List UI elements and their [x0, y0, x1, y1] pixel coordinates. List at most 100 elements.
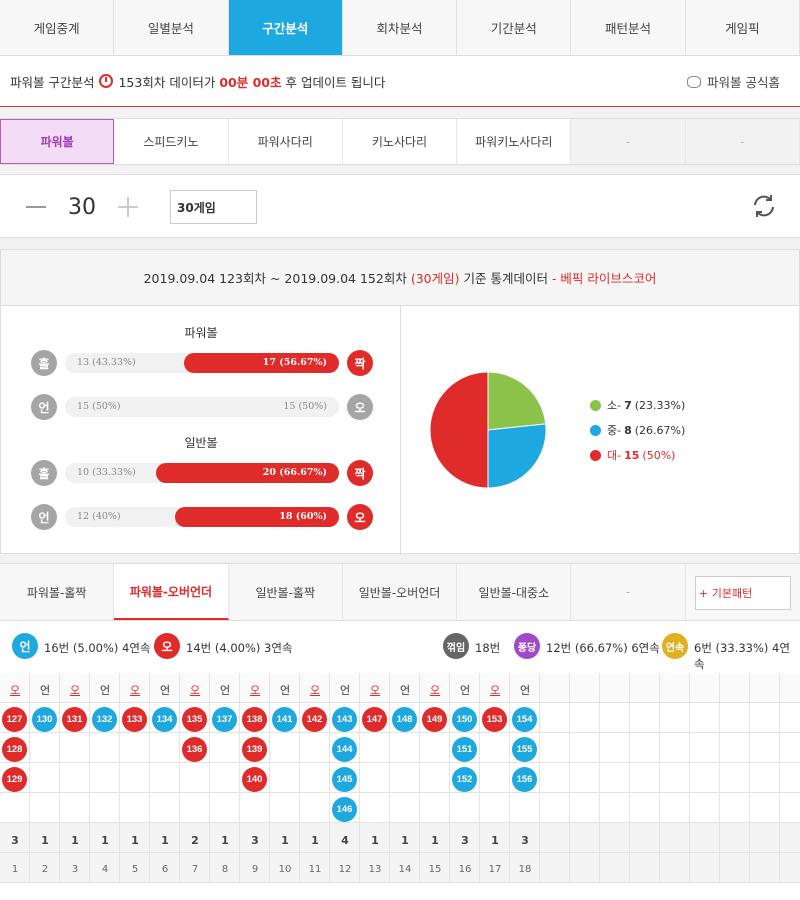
- result-ball: 135: [182, 707, 207, 732]
- streak-count: 1: [371, 834, 379, 847]
- game-tab-powerball[interactable]: 파워볼: [0, 119, 115, 164]
- result-ball: 138: [242, 707, 267, 732]
- grid-cell: [570, 763, 600, 793]
- tab-period-analysis[interactable]: 기간분석: [457, 0, 572, 55]
- pattern-tab-pb-oddeven[interactable]: 파워볼-홀짝: [0, 564, 115, 620]
- grid-column-header: 오: [9, 684, 21, 697]
- column-index: 10: [278, 864, 292, 875]
- grid-cell: [600, 763, 630, 793]
- grid-cell: [180, 793, 210, 823]
- column-index: 17: [488, 864, 502, 875]
- grid-column-header: 오: [309, 684, 321, 697]
- pattern-tab-nb-oddeven[interactable]: 일반볼-홀짝: [229, 564, 343, 620]
- refresh-icon[interactable]: [750, 192, 778, 220]
- game-tab-powerkenoladder[interactable]: 파워키노사다리: [457, 119, 572, 164]
- grid-cell: [660, 703, 690, 733]
- grid-cell: [690, 673, 720, 703]
- stat-right-value: 18 (60%): [279, 511, 327, 522]
- pattern-tabs: 파워볼-홀짝 파워볼-오버언더 일반볼-홀짝 일반볼-오버언더 일반볼-대중소 …: [0, 563, 800, 621]
- tab-round-analysis[interactable]: 회차분석: [343, 0, 458, 55]
- grid-cell: [690, 703, 720, 733]
- pattern-tab-nb-size[interactable]: 일반볼-대중소: [457, 564, 572, 620]
- game-tab-kenoladder[interactable]: 키노사다리: [343, 119, 458, 164]
- column-index: 9: [251, 864, 259, 875]
- game-count-select[interactable]: 30게임: [170, 190, 257, 224]
- tab-pattern-analysis[interactable]: 패턴분석: [571, 0, 686, 55]
- grid-cell: [780, 793, 800, 823]
- basic-pattern-button[interactable]: + 기본패턴: [695, 576, 791, 610]
- column-index: 2: [41, 864, 49, 875]
- legend-separator: -: [617, 423, 622, 437]
- grid-cell: [600, 703, 630, 733]
- legend-dot: [590, 424, 601, 436]
- grid-column-header: 언: [279, 684, 291, 697]
- grid-cell: [90, 793, 120, 823]
- legend-label: 중: [607, 424, 618, 437]
- top-nav: 게임중계 일별분석 구간분석 회차분석 기간분석 패턴분석 게임픽: [0, 0, 800, 56]
- pie-legend-item: 중 - 8 (26.67%): [590, 422, 790, 438]
- turn-summary: 18번: [475, 641, 501, 655]
- grid-cell: [750, 703, 780, 733]
- grid-cell: [540, 793, 570, 823]
- result-ball: 136: [182, 737, 207, 762]
- grid-cell: [120, 733, 150, 763]
- grid-column-header: 오: [69, 684, 81, 697]
- grid-cell: [540, 853, 570, 883]
- grid-cell: [30, 793, 60, 823]
- minus-button[interactable]: [26, 206, 46, 208]
- grid-cell: [180, 763, 210, 793]
- grid-cell: [90, 733, 120, 763]
- stat-right-badge: 오: [347, 394, 373, 420]
- tab-daily-analysis[interactable]: 일별분석: [114, 0, 229, 55]
- grid-cell: [630, 823, 660, 853]
- grid-cell: [780, 853, 800, 883]
- pie-slice: [487, 423, 547, 489]
- pattern-grid: 오 127 128 129 언 130 오 131 언 132 오 133 언 134 오 135 136 언 13…: [0, 673, 800, 900]
- grid-cell: [780, 763, 800, 793]
- grid-cell: [780, 703, 800, 733]
- game-tab-empty-2: -: [685, 119, 800, 164]
- streak-summary: 6번 (33.33%) 4연속: [694, 641, 790, 671]
- pie-legend-item: 대 - 15 (50%): [590, 447, 790, 463]
- pattern-tab-nb-overunder[interactable]: 일반볼-오버언더: [343, 564, 458, 620]
- turn-badge: 꺾임: [443, 633, 469, 659]
- grid-cell: [570, 733, 600, 763]
- grid-cell: [420, 763, 450, 793]
- powerball-section-title: 파워볼: [184, 326, 218, 340]
- notice-prefix: 파워볼 구간분석: [10, 74, 95, 90]
- column-index: 3: [71, 864, 79, 875]
- tab-game-live[interactable]: 게임중계: [0, 0, 115, 55]
- grid-cell: [600, 853, 630, 883]
- grid-cell: [750, 763, 780, 793]
- stat-left-value: 15 (50%): [77, 401, 121, 412]
- grid-cell: [210, 763, 240, 793]
- result-ball: 128: [2, 737, 27, 762]
- grid-cell: [720, 853, 750, 883]
- game-tab-speedkeno[interactable]: 스피드키노: [114, 119, 229, 164]
- game-tabs: 파워볼 스피드키노 파워사다리 키노사다리 파워키노사다리 - -: [0, 118, 800, 165]
- pattern-tab-pb-overunder[interactable]: 파워볼-오버언더: [114, 564, 229, 620]
- pie-slice: [429, 371, 489, 489]
- grid-cell: [360, 793, 390, 823]
- stat-right-value: 17 (56.67%): [262, 357, 327, 368]
- grid-cell: [60, 763, 90, 793]
- pongdang-badge: 퐁당: [514, 633, 540, 659]
- grid-cell: [0, 793, 30, 823]
- stat-right-badge: 짝: [347, 460, 373, 486]
- grid-cell: [420, 733, 450, 763]
- streak-count: 1: [491, 834, 499, 847]
- official-home-link[interactable]: 파워볼 공식홈: [687, 72, 780, 91]
- grid-cell: [630, 853, 660, 883]
- stat-left-value: 12 (40%): [77, 511, 121, 522]
- stat-left-badge: 홀: [31, 460, 57, 486]
- streak-count: 1: [71, 834, 79, 847]
- grid-cell: [570, 853, 600, 883]
- result-ball: 137: [212, 707, 237, 732]
- grid-cell: [390, 793, 420, 823]
- game-tab-powerladder[interactable]: 파워사다리: [229, 119, 343, 164]
- tab-range-analysis[interactable]: 구간분석: [228, 0, 343, 55]
- plus-button[interactable]: [118, 197, 138, 217]
- tab-game-pick[interactable]: 게임픽: [686, 0, 800, 55]
- stat-row: 홀 13 (43.33%) 17 (56.67%) 짝: [31, 350, 373, 376]
- stats-range: 2019.09.04 123회차 ~ 2019.09.04 152회차: [143, 271, 407, 286]
